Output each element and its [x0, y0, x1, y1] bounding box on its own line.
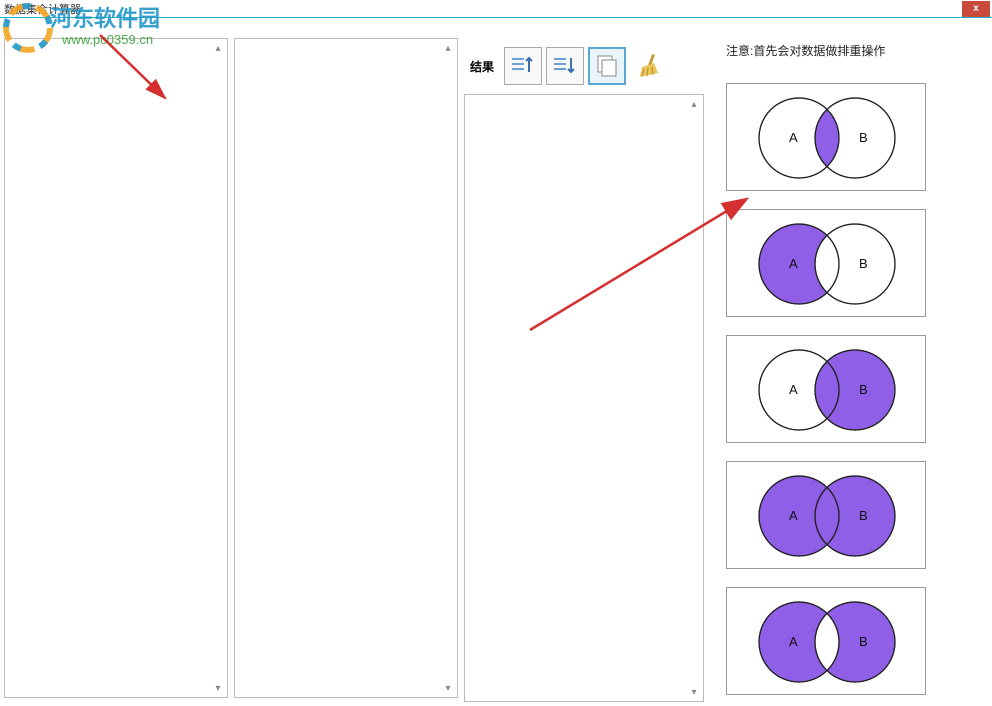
result-area: 结果 [464, 38, 704, 702]
venn-b-minus-a-button[interactable]: AB [726, 335, 926, 443]
sort-desc-icon [551, 52, 579, 80]
svg-text:A: A [789, 256, 798, 271]
note-text: 注意:首先会对数据做排重操作 [726, 42, 980, 59]
svg-text:B: B [859, 382, 868, 397]
sort-asc-button[interactable] [504, 47, 542, 85]
copy-button[interactable] [588, 47, 626, 85]
scroll-down-icon[interactable]: ▾ [687, 685, 701, 699]
venn-panel: 注意:首先会对数据做排重操作 ABABABABAB [708, 38, 988, 702]
broom-icon [634, 51, 664, 81]
close-button[interactable]: x [962, 1, 990, 17]
scroll-up-icon[interactable]: ▴ [211, 41, 225, 55]
svg-text:A: A [789, 382, 798, 397]
sort-asc-icon [509, 52, 537, 80]
svg-text:A: A [789, 130, 798, 145]
venn-a-minus-b-button[interactable]: AB [726, 209, 926, 317]
svg-text:A: A [789, 634, 798, 649]
result-label: 结果 [470, 58, 494, 75]
input-set-a[interactable]: ▴ ▾ [4, 38, 228, 698]
window-title: 数据集合计算器 [4, 1, 81, 17]
svg-text:B: B [859, 256, 868, 271]
venn-intersection-button[interactable]: AB [726, 83, 926, 191]
right-panel: 结果 [464, 38, 988, 702]
venn-sym-diff-button[interactable]: AB [726, 587, 926, 695]
input-set-b[interactable]: ▴ ▾ [234, 38, 458, 698]
scroll-down-icon[interactable]: ▾ [211, 681, 225, 695]
svg-text:B: B [859, 130, 868, 145]
result-header: 结果 [464, 38, 704, 94]
clear-button[interactable] [630, 47, 668, 85]
svg-text:B: B [859, 634, 868, 649]
svg-text:B: B [859, 508, 868, 523]
scroll-down-icon[interactable]: ▾ [441, 681, 455, 695]
close-icon: x [973, 3, 979, 14]
scroll-up-icon[interactable]: ▴ [441, 41, 455, 55]
sort-desc-button[interactable] [546, 47, 584, 85]
result-textarea[interactable]: ▴ ▾ [464, 94, 704, 702]
svg-text:A: A [789, 508, 798, 523]
main-area: ▴ ▾ ▴ ▾ 结果 [0, 18, 992, 706]
scroll-up-icon[interactable]: ▴ [687, 97, 701, 111]
venn-union-button[interactable]: AB [726, 461, 926, 569]
titlebar: 数据集合计算器 x [0, 0, 992, 18]
copy-icon [593, 52, 621, 80]
